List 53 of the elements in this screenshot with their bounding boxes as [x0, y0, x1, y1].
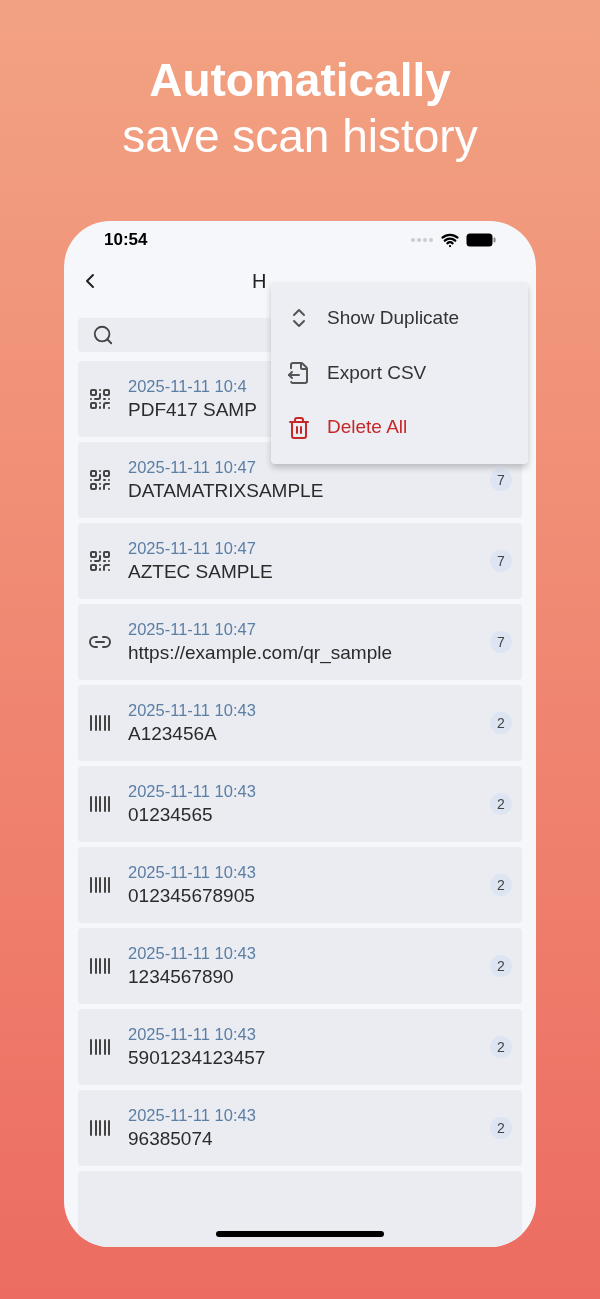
status-time: 10:54: [104, 229, 148, 252]
history-item[interactable]: 2025-11-11 10:47 https://example.com/qr_sample 7: [78, 604, 522, 680]
scan-date: 2025-11-11 10:43: [128, 862, 257, 883]
history-item[interactable]: 2025-11-11 10:43 012345678905 2: [78, 847, 522, 923]
count-badge: 2: [490, 874, 512, 896]
count-badge: 7: [490, 469, 512, 491]
file-export-icon: [287, 361, 311, 385]
scan-date: 2025-11-11 10:43: [128, 1024, 257, 1045]
scan-value: 01234565: [128, 803, 214, 827]
scan-date: 2025-11-11 10:43: [128, 781, 257, 802]
battery-icon: [466, 233, 496, 247]
history-item[interactable]: 2025-11-11 10:43 01234565 2: [78, 766, 522, 842]
wifi-icon: [440, 231, 460, 249]
scan-value: 5901234123457: [128, 1046, 267, 1070]
scan-value: 012345678905: [128, 884, 256, 908]
scan-value: PDF417 SAMP: [128, 398, 258, 422]
qr-code-icon: [88, 468, 112, 492]
history-item[interactable]: 2025-11-11 10:47 AZTEC SAMPLE 7: [78, 523, 522, 599]
qr-code-icon: [88, 549, 112, 573]
history-item[interactable]: [78, 1171, 522, 1247]
scan-date: 2025-11-11 10:4: [128, 376, 248, 397]
scan-value: DATAMATRIXSAMPLE: [128, 479, 325, 503]
scan-date: 2025-11-11 10:47: [128, 457, 257, 478]
scan-value: https://example.com/qr_sample: [128, 641, 393, 666]
qr-code-icon: [88, 387, 112, 411]
headline-subtitle: save scan history: [122, 109, 478, 164]
scan-value: AZTEC SAMPLE: [128, 560, 274, 584]
scan-date: 2025-11-11 10:43: [128, 943, 257, 964]
headline: Automatically: [149, 53, 451, 108]
page-title: H: [252, 268, 267, 294]
history-item[interactable]: 2025-11-11 10:43 A123456A 2: [78, 685, 522, 761]
menu-item[interactable]: Export CSV: [271, 345, 528, 401]
count-badge: 2: [490, 1036, 512, 1058]
scan-value: 1234567890: [128, 965, 235, 989]
scan-value: 96385074: [128, 1127, 214, 1151]
count-badge: 2: [490, 955, 512, 977]
count-badge: 7: [490, 550, 512, 572]
count-badge: 7: [490, 631, 512, 653]
scan-date: 2025-11-11 10:47: [128, 538, 257, 559]
signal-icon: [410, 237, 434, 243]
count-badge: 2: [490, 793, 512, 815]
scan-date: 2025-11-11 10:47: [128, 619, 257, 640]
scan-date: 2025-11-11 10:43: [128, 1105, 257, 1126]
menu-item[interactable]: Show Duplicate: [271, 291, 528, 346]
search-icon: [92, 323, 114, 346]
scan-date: 2025-11-11 10:43: [128, 700, 257, 721]
history-item[interactable]: 2025-11-11 10:43 1234567890 2: [78, 928, 522, 1004]
count-badge: 2: [490, 712, 512, 734]
scan-value: A123456A: [128, 722, 218, 746]
trash-icon: [287, 415, 311, 440]
history-item[interactable]: 2025-11-11 10:43 96385074 2: [78, 1090, 522, 1166]
history-item[interactable]: 2025-11-11 10:43 5901234123457 2: [78, 1009, 522, 1085]
count-badge: 2: [490, 1117, 512, 1139]
